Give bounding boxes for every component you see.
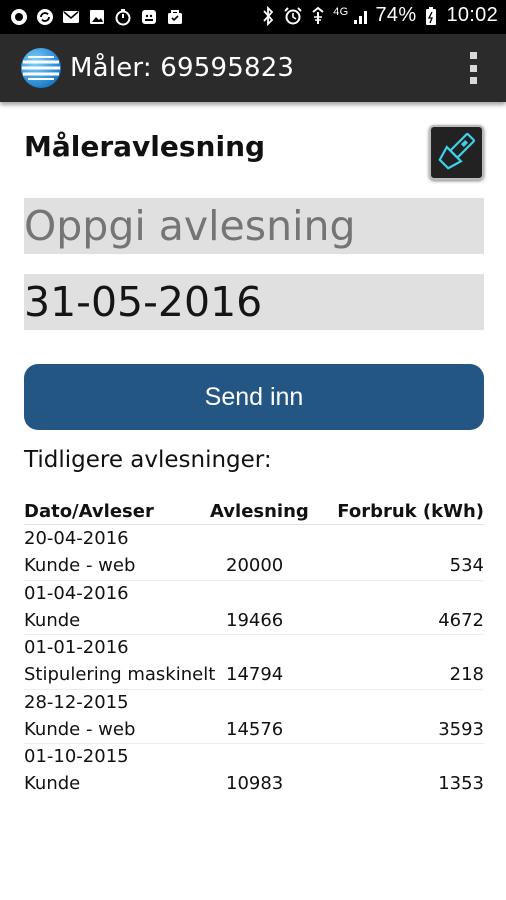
row-reader: Kunde <box>24 773 81 794</box>
flashlight-button[interactable] <box>429 125 484 180</box>
date-field[interactable]: 31-05-2016 <box>24 274 484 330</box>
row-date: 01-01-2016 <box>24 637 129 658</box>
row-reader: Stipulering maskinelt <box>24 664 216 685</box>
history-table: 20-04-2016 Kunde - web 20000 534 01-04-2… <box>24 526 484 799</box>
overflow-menu-icon[interactable] <box>466 52 480 84</box>
row-reading: 14576 <box>226 718 284 740</box>
table-row: 20-04-2016 Kunde - web 20000 534 <box>24 526 484 581</box>
reading-input[interactable] <box>24 198 484 254</box>
row-reader: Kunde <box>24 609 81 631</box>
system-status: 4G 74% 10:02 <box>258 4 498 27</box>
android-icon <box>139 7 159 27</box>
send-button[interactable]: Send inn <box>24 364 484 430</box>
image-icon <box>87 7 107 27</box>
row-usage: 3593 <box>438 718 484 740</box>
row-reading: 14794 <box>226 664 284 685</box>
row-date: 01-10-2015 <box>24 746 129 767</box>
row-reading: 19466 <box>226 609 284 631</box>
bag-icon <box>165 7 185 27</box>
table-row: 01-04-2016 Kunde 19466 4672 <box>24 581 484 635</box>
app-title: Måler: 69595823 <box>70 53 295 83</box>
sync-icon <box>35 7 55 27</box>
battery-icon <box>421 6 441 26</box>
clock: 10:02 <box>446 4 498 26</box>
row-usage: 218 <box>449 664 484 685</box>
row-reader: Kunde - web <box>24 718 136 740</box>
column-header-reading: Avlesning <box>210 501 309 522</box>
record-icon <box>9 7 29 27</box>
mail-icon <box>61 7 81 27</box>
table-row: 01-10-2015 Kunde 10983 1353 <box>24 744 484 799</box>
row-usage: 4672 <box>438 609 484 631</box>
signal-icon <box>351 6 371 26</box>
history-label: Tidligere avlesninger: <box>24 447 272 473</box>
row-date: 20-04-2016 <box>24 528 129 549</box>
globe-logo-icon <box>20 47 62 89</box>
stopwatch-icon <box>113 7 133 27</box>
flashlight-icon <box>438 132 476 170</box>
table-row: 01-01-2016 Stipulering maskinelt 14794 2… <box>24 635 484 690</box>
row-reading: 20000 <box>226 555 284 576</box>
wifi-icon <box>308 6 328 26</box>
status-bar: 4G 74% 10:02 <box>0 0 506 34</box>
bluetooth-icon <box>258 5 278 26</box>
battery-percent: 74% <box>375 4 417 26</box>
notification-icons <box>9 7 185 27</box>
page-title: Måleravlesning <box>24 130 266 163</box>
column-header-date: Dato/Avleser <box>24 501 154 522</box>
column-header-usage: Forbruk (kWh) <box>337 501 484 522</box>
network-type: 4G <box>333 6 349 18</box>
table-row: 28-12-2015 Kunde - web 14576 3593 <box>24 690 484 744</box>
app-bar: Måler: 69595823 <box>0 34 506 102</box>
row-date: 01-04-2016 <box>24 582 129 604</box>
header-divider <box>24 524 484 525</box>
row-reading: 10983 <box>226 773 284 794</box>
alarm-icon <box>283 6 303 26</box>
row-reader: Kunde - web <box>24 555 136 576</box>
row-usage: 534 <box>449 555 484 576</box>
row-usage: 1353 <box>438 773 484 794</box>
row-date: 28-12-2015 <box>24 691 129 713</box>
